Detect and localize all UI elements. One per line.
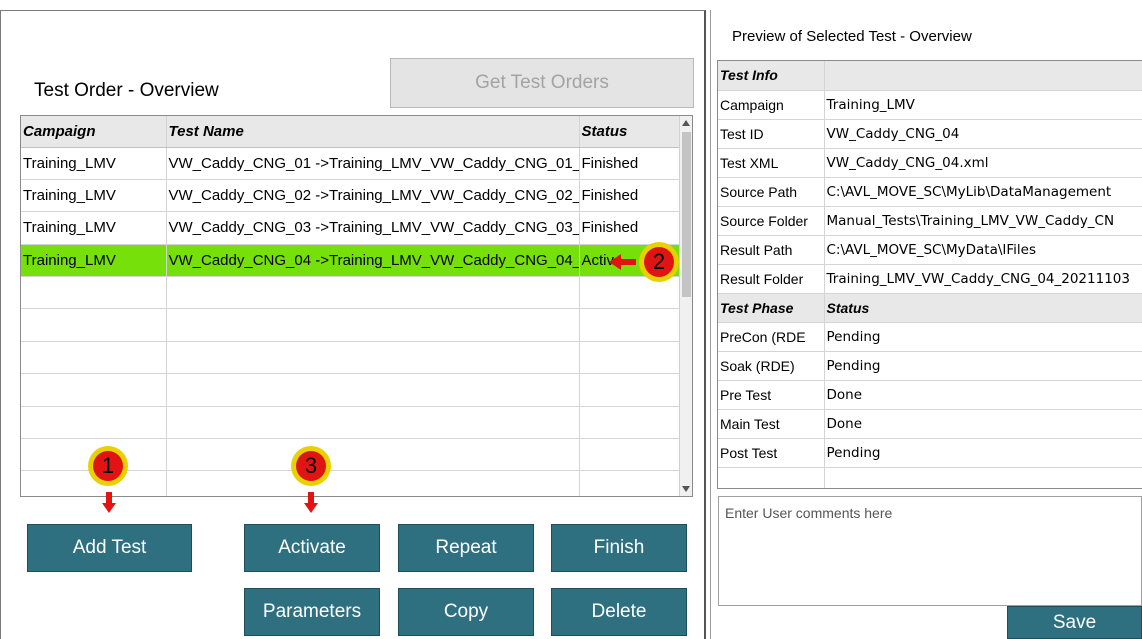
- info-row: Result Folder Training_LMV_VW_Caddy_CNG_0…: [718, 264, 1142, 294]
- column-header-status[interactable]: Status: [579, 116, 681, 148]
- info-value: C:\AVL_MOVE_SC\MyData\IFiles: [824, 235, 1142, 265]
- empty-row[interactable]: [21, 308, 681, 342]
- table-header: Campaign Test Name Status: [21, 116, 681, 148]
- phase-name: Pre Test: [718, 380, 825, 410]
- phase-name: Post Test: [718, 438, 825, 468]
- add-test-button[interactable]: Add Test: [27, 524, 192, 572]
- info-key: Campaign: [718, 90, 825, 120]
- get-test-orders-button[interactable]: Get Test Orders: [390, 58, 694, 108]
- column-header-campaign[interactable]: Campaign: [21, 116, 167, 148]
- info-value: VW_Caddy_CNG_04.xml: [824, 148, 1142, 178]
- empty-row[interactable]: [21, 373, 681, 407]
- annotation-marker-2: 2: [639, 242, 679, 282]
- table-row-selected[interactable]: Training_LMV VW_Caddy_CNG_04 ->Training_…: [21, 244, 681, 278]
- cell-status: Finished: [579, 211, 681, 245]
- phase-status: Done: [824, 409, 1142, 439]
- phase-row-empty: [718, 467, 1142, 488]
- test-order-title: Test Order - Overview: [34, 80, 219, 101]
- empty-row[interactable]: [21, 341, 681, 375]
- user-comments-field[interactable]: Enter User comments here: [718, 496, 1142, 606]
- test-info-table: Test Info Campaign Training_LMV Test ID VW…: [717, 60, 1142, 489]
- table-scrollbar[interactable]: [679, 116, 692, 496]
- cell-campaign: Training_LMV: [21, 179, 167, 213]
- arrow-down-icon: [304, 492, 318, 514]
- table-row[interactable]: Training_LMV VW_Caddy_CNG_02 ->Training_…: [21, 179, 681, 213]
- panel-divider: [710, 10, 711, 639]
- save-button[interactable]: Save: [1007, 606, 1142, 639]
- phase-row: Pre Test Done: [718, 380, 1142, 410]
- repeat-button[interactable]: Repeat: [398, 524, 534, 572]
- info-value: Training_LMV_VW_Caddy_CNG_04_20211103: [824, 264, 1142, 294]
- scrollbar-thumb[interactable]: [682, 132, 691, 297]
- phase-name: Main Test: [718, 409, 825, 439]
- test-phase-header: Test Phase Status: [718, 293, 1142, 323]
- empty-row[interactable]: [21, 406, 681, 440]
- info-row: Campaign Training_LMV: [718, 90, 1142, 120]
- info-key: Test ID: [718, 119, 825, 149]
- finish-button[interactable]: Finish: [551, 524, 687, 572]
- info-row: Test XML VW_Caddy_CNG_04.xml: [718, 148, 1142, 178]
- cell-test-name: VW_Caddy_CNG_01 ->Training_LMV_VW_Caddy_…: [166, 147, 580, 180]
- preview-title: Preview of Selected Test - Overview: [732, 28, 972, 45]
- activate-button[interactable]: Activate: [244, 524, 380, 572]
- info-key: Source Path: [718, 177, 825, 207]
- cell-campaign: Training_LMV: [21, 147, 167, 180]
- arrow-down-icon: [102, 492, 116, 514]
- phase-header-label: Test Phase: [718, 293, 825, 323]
- info-key: Test XML: [718, 148, 825, 178]
- annotation-marker-1: 1: [88, 446, 128, 486]
- column-header-test-name[interactable]: Test Name: [166, 116, 580, 148]
- test-info-header-label: Test Info: [718, 61, 825, 91]
- info-key: Source Folder: [718, 206, 825, 236]
- info-row: Result Path C:\AVL_MOVE_SC\MyData\IFiles: [718, 235, 1142, 265]
- info-value: C:\AVL_MOVE_SC\MyLib\DataManagement: [824, 177, 1142, 207]
- copy-button[interactable]: Copy: [398, 588, 534, 636]
- scroll-up-arrow-icon[interactable]: [682, 120, 690, 126]
- cell-test-name: VW_Caddy_CNG_02 ->Training_LMV_VW_Caddy_…: [166, 179, 580, 213]
- test-order-table: Campaign Test Name Status Training_LMV V…: [20, 115, 693, 497]
- cell-campaign: Training_LMV: [21, 211, 167, 245]
- phase-row: Main Test Done: [718, 409, 1142, 439]
- empty-row[interactable]: [21, 276, 681, 310]
- arrow-left-icon: [609, 254, 636, 270]
- info-value: Training_LMV: [824, 90, 1142, 120]
- table-row[interactable]: Training_LMV VW_Caddy_CNG_01 ->Training_…: [21, 147, 681, 180]
- phase-status-header-label: Status: [824, 293, 1142, 323]
- cell-test-name: VW_Caddy_CNG_03 ->Training_LMV_VW_Caddy_…: [166, 211, 580, 245]
- info-value: Manual_Tests\Training_LMV_VW_Caddy_CN: [824, 206, 1142, 236]
- phase-status: Pending: [824, 322, 1142, 352]
- info-row: Source Path C:\AVL_MOVE_SC\MyLib\DataMana…: [718, 177, 1142, 207]
- cell-campaign: Training_LMV: [21, 244, 167, 278]
- delete-button[interactable]: Delete: [551, 588, 687, 636]
- phase-name: Soak (RDE): [718, 351, 825, 381]
- test-info-header: Test Info: [718, 61, 1142, 91]
- annotation-marker-3: 3: [291, 446, 331, 486]
- scroll-down-arrow-icon[interactable]: [682, 486, 690, 492]
- cell-status: Finished: [579, 147, 681, 180]
- info-value: VW_Caddy_CNG_04: [824, 119, 1142, 149]
- phase-name: PreCon (RDE: [718, 322, 825, 352]
- info-key: Result Path: [718, 235, 825, 265]
- info-key: Result Folder: [718, 264, 825, 294]
- phase-row: PreCon (RDE Pending: [718, 322, 1142, 352]
- phase-status: Done: [824, 380, 1142, 410]
- info-row: Source Folder Manual_Tests\Training_LMV_V…: [718, 206, 1142, 236]
- cell-status: Finished: [579, 179, 681, 213]
- cell-test-name: VW_Caddy_CNG_04 ->Training_LMV_VW_Caddy_…: [166, 244, 580, 278]
- parameters-button[interactable]: Parameters: [244, 588, 380, 636]
- phase-status: Pending: [824, 351, 1142, 381]
- phase-row: Soak (RDE) Pending: [718, 351, 1142, 381]
- phase-row: Post Test Pending: [718, 438, 1142, 468]
- info-row: Test ID VW_Caddy_CNG_04: [718, 119, 1142, 149]
- phase-status: Pending: [824, 438, 1142, 468]
- table-row[interactable]: Training_LMV VW_Caddy_CNG_03 ->Training_…: [21, 211, 681, 245]
